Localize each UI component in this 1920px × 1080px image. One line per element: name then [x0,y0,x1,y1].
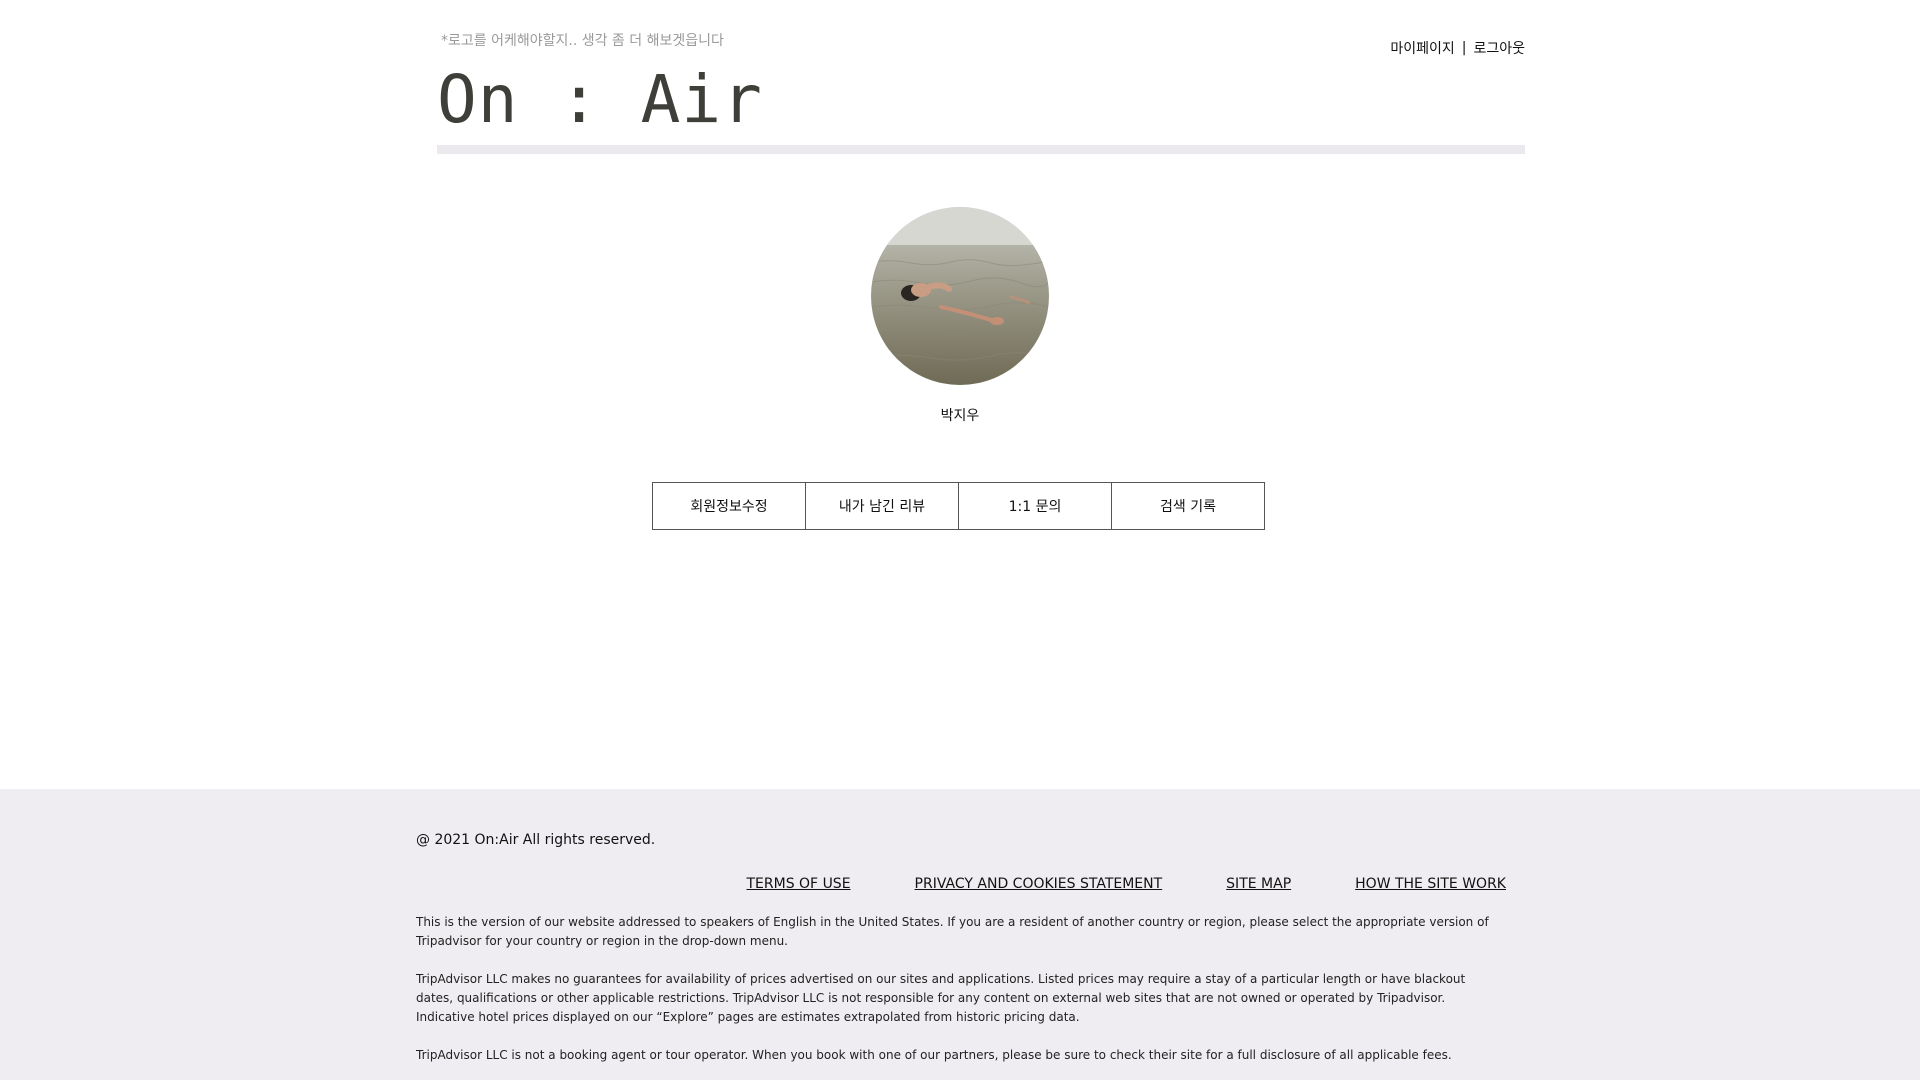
logout-link[interactable]: 로그아웃 [1473,38,1525,58]
privacy-cookies-link[interactable]: PRIVACY AND COOKIES STATEMENT [915,876,1163,892]
terms-of-use-link[interactable]: TERMS OF USE [747,876,851,892]
account-links: 마이페이지 | 로그아웃 [1390,38,1525,58]
footer-disclaimer-booking: TripAdvisor LLC is not a booking agent o… [416,1048,1452,1062]
copyright-text: @ 2021 On:Air All rights reserved. [416,832,656,848]
site-header: *로고를 어케해야할지.. 생각 좀 더 해보겟읍니다 On : Air 마이페… [437,0,1525,160]
tab-one-on-one-inquiry[interactable]: 1:1 문의 [958,482,1112,530]
header-divider-bar [437,145,1525,154]
how-site-works-link[interactable]: HOW THE SITE WORK [1355,876,1506,892]
footer-disclaimer-prices: TripAdvisor LLC makes no guarantees for … [416,972,1466,1024]
tab-my-reviews[interactable]: 내가 남긴 리뷰 [805,482,959,530]
profile-avatar [871,207,1049,385]
footer-disclaimer-region: This is the version of our website addre… [416,915,1489,948]
profile-username: 박지우 [940,408,980,424]
site-map-link[interactable]: SITE MAP [1226,876,1291,892]
tab-edit-member-info[interactable]: 회원정보수정 [652,482,806,530]
page: *로고를 어케해야할지.. 생각 좀 더 해보겟읍니다 On : Air 마이페… [0,0,1920,1080]
footer-links: TERMS OF USE PRIVACY AND COOKIES STATEME… [747,876,1507,892]
link-separator: | [1461,40,1467,56]
profile-section: 박지우 [871,207,1049,424]
tab-search-history[interactable]: 검색 기록 [1111,482,1265,530]
mypage-link[interactable]: 마이페이지 [1390,38,1454,58]
site-footer: @ 2021 On:Air All rights reserved. TERMS… [0,789,1920,1080]
mypage-tabs: 회원정보수정 내가 남긴 리뷰 1:1 문의 검색 기록 [652,482,1265,530]
site-logo[interactable]: On : Air [437,60,763,140]
header-tagline: *로고를 어케해야할지.. 생각 좀 더 해보겟읍니다 [441,33,724,49]
